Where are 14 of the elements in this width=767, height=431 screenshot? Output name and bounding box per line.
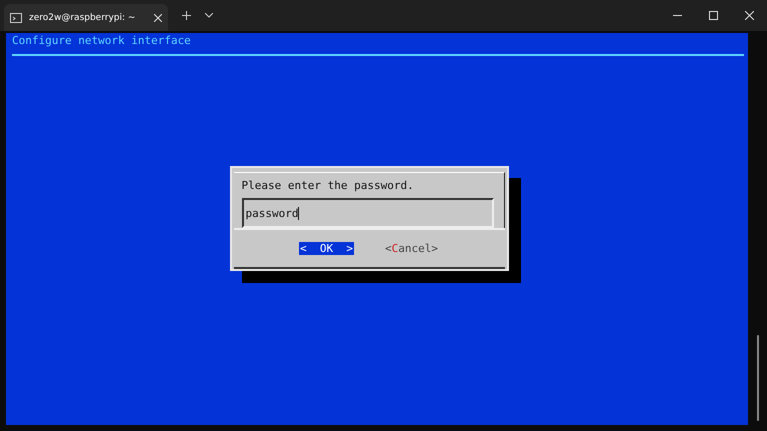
scrollbar[interactable]: [756, 335, 758, 421]
close-icon[interactable]: [154, 14, 162, 22]
password-field[interactable]: password: [242, 198, 494, 228]
terminal-tab[interactable]: zero2w@raspberrypi: ~: [4, 4, 168, 31]
backtitle: Configure network interface: [11, 33, 192, 48]
tab-title: zero2w@raspberrypi: ~: [29, 12, 136, 22]
terminal-icon: [10, 12, 22, 22]
dialog-prompt: Please enter the password.: [242, 179, 415, 193]
plus-icon[interactable]: [182, 11, 191, 20]
close-icon[interactable]: [745, 11, 754, 20]
dialog-button[interactable]: <Cancel>: [384, 242, 439, 255]
maximize-icon[interactable]: [709, 11, 718, 20]
chevron-down-icon[interactable]: [205, 13, 213, 18]
dialog-button[interactable]: < OK >: [299, 242, 354, 255]
